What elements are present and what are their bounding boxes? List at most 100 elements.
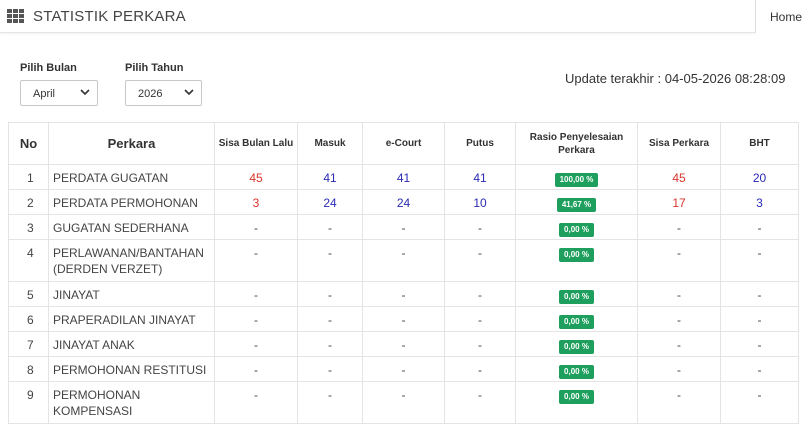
rasio-badge: 0,00 % — [559, 290, 594, 304]
chevron-down-icon — [80, 89, 90, 96]
cell-sisa-perkara: 17 — [637, 189, 721, 215]
cell-no-value: 7 — [27, 338, 34, 352]
cell-ecourt: 41 — [362, 164, 445, 190]
cell-putus: - — [444, 381, 516, 424]
cell-masuk: - — [297, 356, 363, 382]
cell-rasio: 0,00 % — [515, 331, 638, 357]
cell-rasio: 0,00 % — [515, 239, 638, 282]
cell-masuk-value: - — [328, 388, 332, 402]
cell-perkara: PERMOHONAN KOMPENSASI — [48, 381, 215, 424]
cell-no: 1 — [8, 164, 49, 190]
cell-perkara: JINAYAT ANAK — [48, 331, 215, 357]
home-tab[interactable]: Home — [755, 0, 808, 33]
cell-no-value: 5 — [27, 288, 34, 302]
cell-rasio: 41,67 % — [515, 189, 638, 215]
cell-sisa-bulan-lalu-value: 3 — [252, 196, 260, 210]
cell-ecourt: - — [362, 331, 445, 357]
cell-rasio: 0,00 % — [515, 356, 638, 382]
cell-masuk: - — [297, 281, 363, 307]
cell-sisa-perkara-value: - — [677, 246, 681, 260]
cell-sisa-bulan-lalu-value: - — [254, 388, 258, 402]
cell-perkara-value: PERDATA PERMOHONAN — [53, 196, 198, 210]
cell-ecourt-value: - — [401, 221, 406, 235]
bulan-select[interactable]: April — [20, 80, 98, 106]
cell-masuk-value: 24 — [323, 196, 337, 210]
cell-ecourt: - — [362, 381, 445, 424]
cell-sisa-bulan-lalu-value: - — [254, 363, 258, 377]
cell-no-value: 9 — [27, 388, 34, 402]
cell-perkara: PERDATA GUGATAN — [48, 164, 215, 190]
cell-perkara-value: PERMOHONAN RESTITUSI — [53, 363, 207, 377]
col-header-bht: BHT — [720, 122, 799, 165]
cell-masuk-value: - — [328, 338, 332, 352]
cell-no-value: 8 — [27, 363, 34, 377]
cell-perkara: PERMOHONAN RESTITUSI — [48, 356, 215, 382]
cell-putus: - — [444, 356, 516, 382]
col-header-ecourt: e-Court — [362, 122, 445, 165]
cell-masuk: - — [297, 239, 363, 282]
cell-perkara: GUGATAN SEDERHANA — [48, 214, 215, 240]
table-row: 7 JINAYAT ANAK - - - - 0,00 % - - — [8, 331, 799, 357]
table-row: 5 JINAYAT - - - - 0,00 % - - — [8, 281, 799, 307]
cell-sisa-bulan-lalu: 3 — [214, 189, 298, 215]
cell-ecourt: - — [362, 239, 445, 282]
cell-perkara: PERDATA PERMOHONAN — [48, 189, 215, 215]
cell-sisa-perkara: - — [637, 306, 721, 332]
cell-sisa-bulan-lalu: - — [214, 239, 298, 282]
rasio-badge: 100,00 % — [554, 173, 599, 187]
cell-sisa-bulan-lalu: - — [214, 356, 298, 382]
cell-ecourt: - — [362, 356, 445, 382]
col-header-rasio: Rasio Penyelesaian Perkara — [515, 122, 638, 165]
cell-sisa-bulan-lalu-value: - — [254, 221, 258, 235]
cell-sisa-perkara: - — [637, 239, 721, 282]
cell-no-value: 1 — [27, 171, 34, 185]
grid-menu-icon[interactable] — [7, 9, 25, 23]
cell-perkara-value: PRAPERADILAN JINAYAT — [53, 313, 196, 327]
cell-sisa-perkara: - — [637, 381, 721, 424]
cell-putus: 41 — [444, 164, 516, 190]
cell-bht: - — [720, 356, 799, 382]
cell-masuk-value: - — [328, 246, 332, 260]
col-header-sisa-perkara: Sisa Perkara — [637, 122, 721, 165]
update-timestamp: Update terakhir : 04-05-2026 08:28:09 — [565, 71, 786, 86]
bulan-select-value: April — [33, 88, 56, 100]
cell-ecourt-value: - — [401, 288, 406, 302]
statistik-table: No Perkara Sisa Bulan Lalu Masuk e-Court… — [8, 122, 799, 424]
cell-perkara-value: JINAYAT ANAK — [53, 338, 135, 352]
cell-perkara: JINAYAT — [48, 281, 215, 307]
cell-bht-value: - — [757, 288, 762, 302]
cell-putus-value: - — [478, 246, 482, 260]
cell-bht: - — [720, 214, 799, 240]
cell-sisa-perkara-value: - — [677, 388, 681, 402]
cell-sisa-bulan-lalu-value: - — [254, 246, 258, 260]
cell-no: 4 — [8, 239, 49, 282]
cell-sisa-bulan-lalu-value: - — [254, 338, 258, 352]
cell-putus-value: - — [478, 221, 482, 235]
cell-bht-value: - — [757, 388, 762, 402]
rasio-badge: 0,00 % — [559, 223, 594, 237]
cell-sisa-perkara: - — [637, 356, 721, 382]
cell-ecourt-value: - — [401, 363, 406, 377]
rasio-badge: 0,00 % — [559, 365, 594, 379]
cell-sisa-bulan-lalu: - — [214, 281, 298, 307]
cell-no: 5 — [8, 281, 49, 307]
cell-masuk-value: - — [328, 313, 332, 327]
cell-sisa-bulan-lalu-value: - — [254, 288, 258, 302]
cell-no: 9 — [8, 381, 49, 424]
cell-masuk-value: - — [328, 363, 332, 377]
cell-no-value: 6 — [27, 313, 34, 327]
cell-bht-value: 20 — [752, 171, 767, 185]
cell-rasio: 0,00 % — [515, 306, 638, 332]
cell-no-value: 3 — [27, 221, 34, 235]
tahun-label: Pilih Tahun — [125, 62, 184, 74]
tahun-select-value: 2026 — [138, 88, 163, 100]
cell-no: 2 — [8, 189, 49, 215]
table-row: 2 PERDATA PERMOHONAN 3 24 24 10 41,67 % 17 3 — [8, 189, 799, 215]
cell-putus: 10 — [444, 189, 516, 215]
cell-sisa-bulan-lalu-value: - — [254, 313, 258, 327]
cell-ecourt-value: - — [401, 246, 406, 260]
cell-bht-value: - — [757, 246, 762, 260]
cell-masuk-value: - — [328, 221, 332, 235]
cell-putus: - — [444, 281, 516, 307]
tahun-select[interactable]: 2026 — [125, 80, 202, 106]
